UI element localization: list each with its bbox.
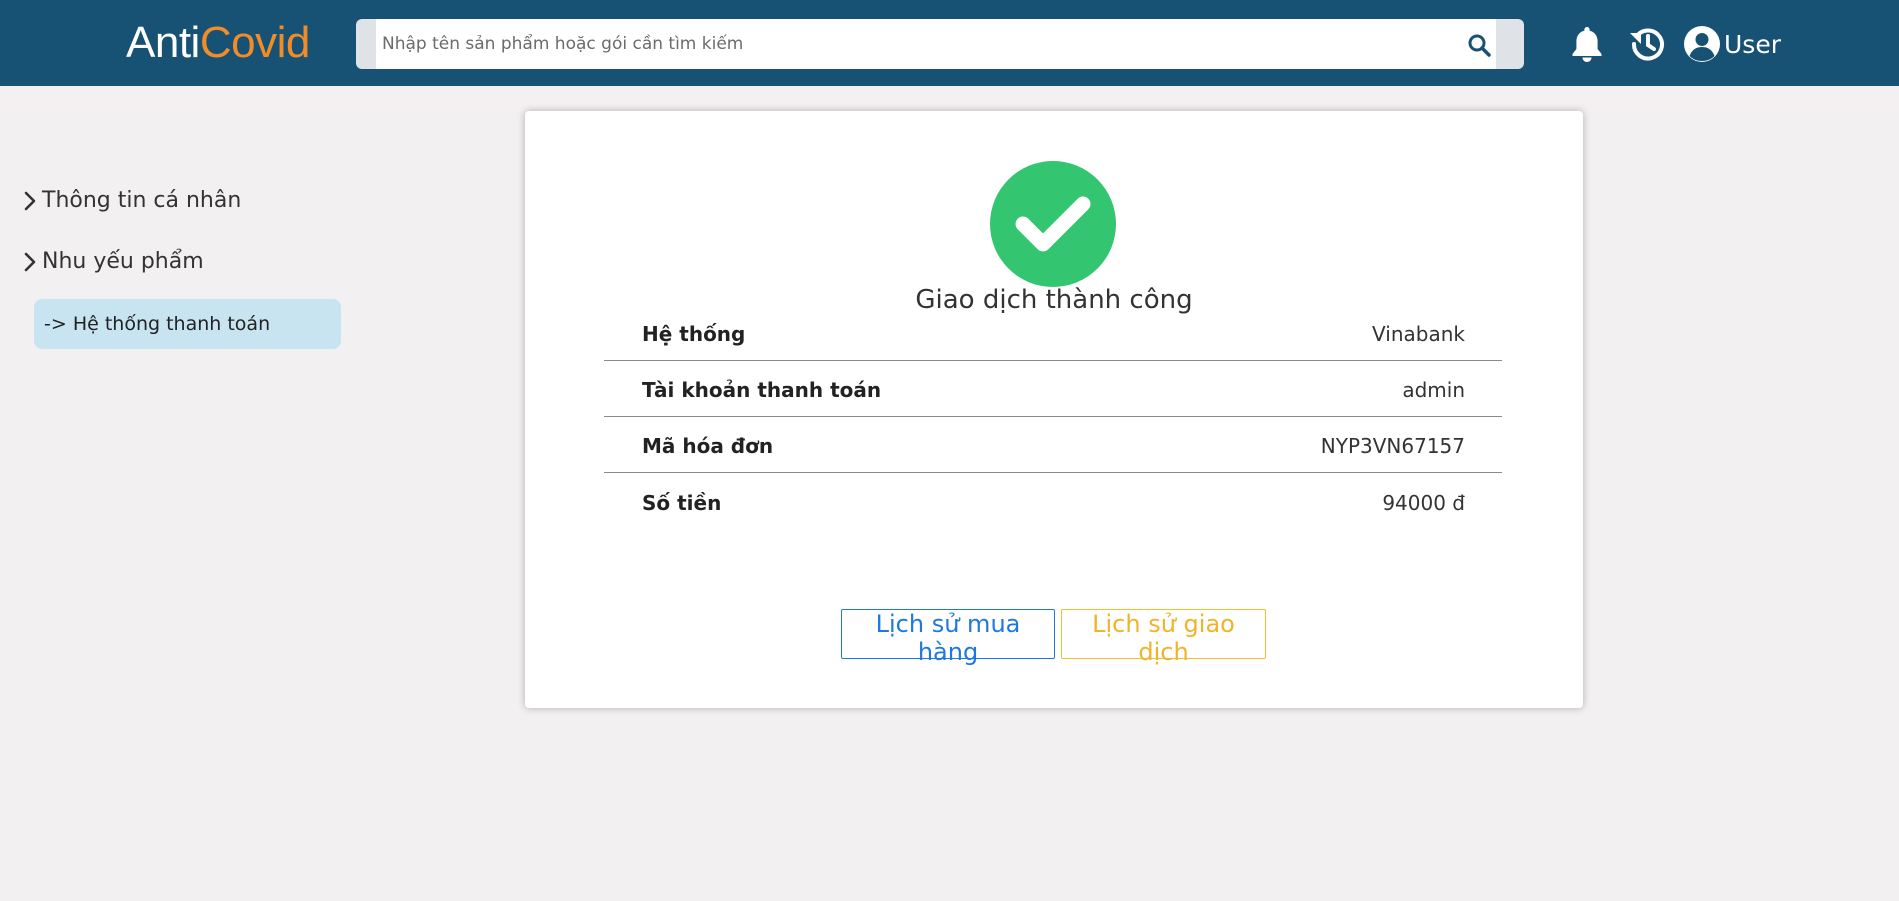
user-menu[interactable]: User — [1683, 22, 1781, 66]
top-navbar: AntiCovid Nhập tên sản phẩm hoặc gói cần… — [0, 0, 1899, 86]
history-button[interactable] — [1626, 22, 1670, 66]
sidebar-item-payment-system[interactable]: -> Hệ thống thanh toán — [34, 299, 341, 349]
bell-icon — [1572, 27, 1602, 62]
transaction-details: Hệ thống Vinabank Tài khoản thanh toán a… — [604, 305, 1502, 529]
detail-row-account: Tài khoản thanh toán admin — [604, 361, 1502, 417]
search-field-wrapper — [376, 19, 1496, 69]
detail-label: Số tiền — [642, 491, 722, 515]
user-circle-icon — [1684, 26, 1720, 62]
transaction-history-button[interactable]: Lịch sử giao dịch — [1061, 609, 1266, 666]
sidebar-item-essentials[interactable]: Nhu yếu phẩm — [24, 249, 204, 274]
detail-value: 94000 đ — [1382, 491, 1465, 515]
purchase-history-button[interactable]: Lịch sử mua hàng — [841, 609, 1055, 666]
search-bar — [356, 19, 1524, 69]
user-label: User — [1724, 29, 1781, 59]
chevron-right-icon — [24, 252, 36, 271]
detail-row-amount: Số tiền 94000 đ — [604, 473, 1502, 529]
logo[interactable]: AntiCovid — [126, 18, 310, 68]
detail-value: admin — [1402, 378, 1465, 402]
detail-label: Tài khoản thanh toán — [642, 378, 882, 402]
action-buttons: Lịch sử mua hàng Lịch sử giao dịch — [841, 609, 1266, 666]
search-input[interactable] — [382, 28, 1412, 60]
detail-row-invoice-code: Mã hóa đơn NYP3VN67157 — [604, 417, 1502, 473]
detail-label: Mã hóa đơn — [642, 434, 774, 458]
sidebar-item-label: Thông tin cá nhân — [42, 188, 242, 213]
sidebar-item-personal-info[interactable]: Thông tin cá nhân — [24, 188, 241, 213]
detail-value: Vinabank — [1372, 322, 1465, 346]
history-icon — [1630, 28, 1664, 61]
chevron-right-icon — [24, 191, 36, 210]
notifications-button[interactable] — [1565, 22, 1609, 66]
sidebar-item-label: Nhu yếu phẩm — [42, 249, 204, 274]
transaction-result-card: Giao dịch thành công Hệ thống Vinabank T… — [525, 111, 1583, 708]
detail-label: Hệ thống — [642, 322, 746, 346]
detail-value: NYP3VN67157 — [1320, 434, 1465, 458]
logo-part-anti: Anti — [126, 18, 200, 67]
search-icon — [1468, 34, 1491, 57]
check-circle-icon — [990, 161, 1116, 287]
checkmark-icon — [1015, 196, 1091, 252]
detail-row-system: Hệ thống Vinabank — [604, 305, 1502, 361]
logo-part-covid: Covid — [199, 18, 311, 67]
search-button[interactable] — [1462, 28, 1496, 62]
